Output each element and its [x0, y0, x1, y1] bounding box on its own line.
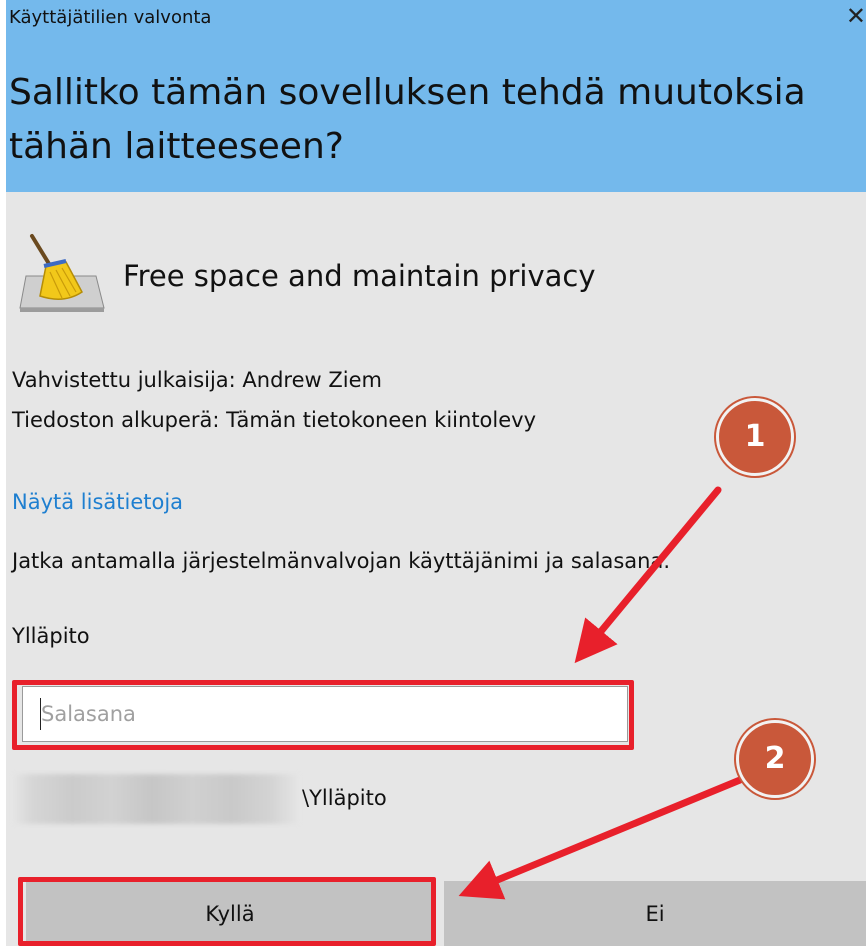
app-name: Free space and maintain privacy: [123, 259, 596, 293]
no-button[interactable]: Ei: [444, 881, 866, 946]
close-icon[interactable]: ✕: [846, 2, 866, 30]
uac-dialog: Käyttäjätilien valvonta ✕ Sallitko tämän…: [6, 0, 866, 946]
password-input[interactable]: [39, 687, 621, 741]
show-more-details-link[interactable]: Näytä lisätietoja: [12, 490, 183, 514]
dialog-header: Käyttäjätilien valvonta ✕ Sallitko tämän…: [6, 0, 866, 192]
yes-button[interactable]: Kyllä: [26, 881, 434, 946]
uac-screenshot: Käyttäjätilien valvonta ✕ Sallitko tämän…: [0, 0, 866, 946]
file-origin-line: Tiedoston alkuperä: Tämän tietokoneen ki…: [12, 408, 537, 432]
step-1-badge: 1: [716, 398, 794, 476]
broom-icon: [18, 232, 108, 314]
redacted-domain: [12, 774, 300, 824]
text-caret: [40, 698, 41, 730]
credentials-instruction: Jatka antamalla järjestelmänvalvojan käy…: [12, 549, 670, 573]
prompt-heading: Sallitko tämän sovelluksen tehdä muutoks…: [9, 72, 806, 167]
domain-account-suffix: \Ylläpito: [302, 786, 387, 810]
password-field[interactable]: [22, 686, 628, 742]
step-2-badge: 2: [736, 720, 814, 798]
window-title: Käyttäjätilien valvonta: [9, 7, 212, 28]
account-name: Ylläpito: [12, 624, 90, 648]
publisher-line: Vahvistettu julkaisija: Andrew Ziem: [12, 368, 382, 392]
